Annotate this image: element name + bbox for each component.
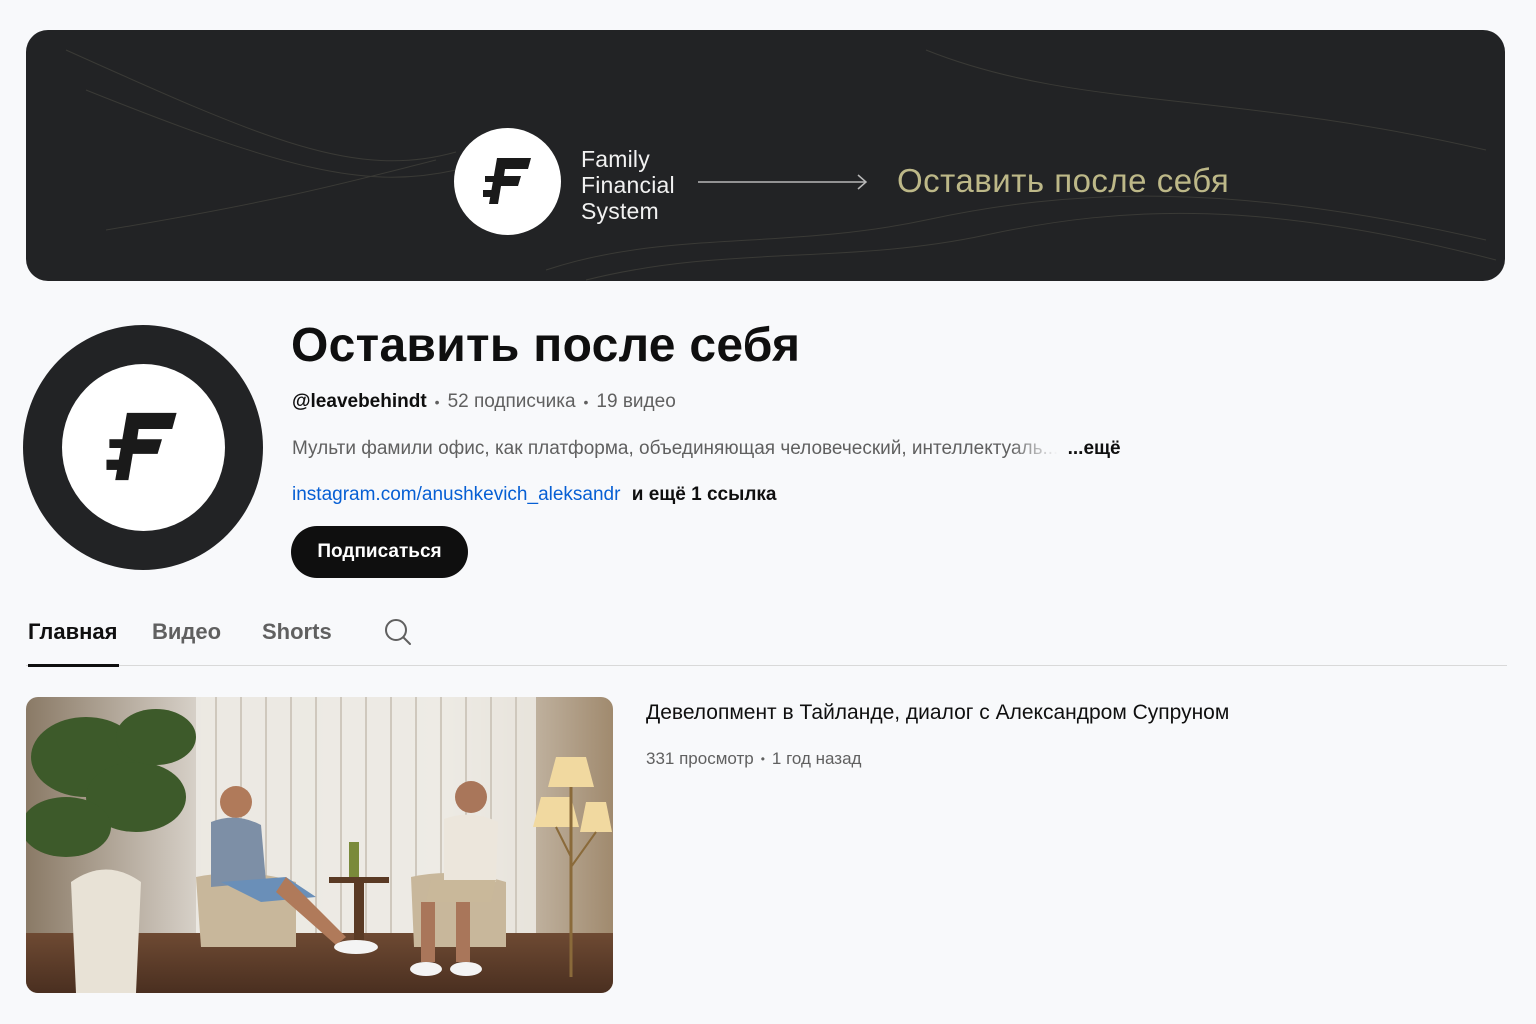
banner-arrow-icon xyxy=(698,174,868,190)
thumbnail-image xyxy=(26,697,613,993)
channel-handle: @leavebehindt xyxy=(292,391,427,412)
separator-dot: • xyxy=(760,752,765,766)
description-more-link[interactable]: ...ещё xyxy=(1068,438,1121,459)
description-text: Мульти фамили офис, как платформа, объед… xyxy=(292,438,1011,459)
subscriber-count: 52 подписчика xyxy=(447,391,576,412)
tab-videos[interactable]: Видео xyxy=(152,610,221,666)
channel-avatar[interactable] xyxy=(23,325,263,570)
more-links-button[interactable]: и ещё 1 ссылка xyxy=(632,484,777,505)
description-fade-text: аль... xyxy=(1010,438,1059,459)
channel-description[interactable]: Мульти фамили офис, как платформа, объед… xyxy=(292,436,1121,462)
video-title[interactable]: Девелопмент в Тайланде, диалог с Алексан… xyxy=(646,699,1229,727)
search-icon[interactable] xyxy=(383,617,413,647)
video-meta: 331 просмотр • 1 год назад xyxy=(646,747,861,771)
video-views: 331 просмотр xyxy=(646,749,754,768)
separator-dot: • xyxy=(583,394,589,410)
channel-links: instagram.com/anushkevich_aleksandr и ещ… xyxy=(292,482,777,508)
channel-banner: Family Financial System Оставить после с… xyxy=(26,30,1505,281)
subscribe-button[interactable]: Подписаться xyxy=(291,526,468,578)
channel-meta: @leavebehindt • 52 подписчика • 19 видео xyxy=(292,389,676,415)
tab-home[interactable]: Главная xyxy=(28,610,120,667)
channel-page: Family Financial System Оставить после с… xyxy=(0,0,1536,1024)
separator-dot: • xyxy=(434,394,440,410)
channel-name: Оставить после себя xyxy=(291,319,801,372)
instagram-link[interactable]: instagram.com/anushkevich_aleksandr xyxy=(292,484,620,505)
ffs-logo-icon xyxy=(482,157,531,204)
video-count: 19 видео xyxy=(596,391,676,412)
video-age: 1 год назад xyxy=(771,749,862,768)
banner-wave-lines xyxy=(65,49,1497,281)
banner-title: Оставить после себя xyxy=(897,162,1230,199)
tab-shorts[interactable]: Shorts xyxy=(262,610,332,666)
avatar-inner-circle xyxy=(61,364,225,531)
ffs-logo-icon xyxy=(106,412,177,480)
channel-tabs: Главная Видео Shorts xyxy=(26,610,1507,667)
video-thumbnail[interactable] xyxy=(26,697,613,993)
banner-brand-name: Family Financial System xyxy=(581,146,675,224)
banner-logo-icon xyxy=(454,128,561,235)
